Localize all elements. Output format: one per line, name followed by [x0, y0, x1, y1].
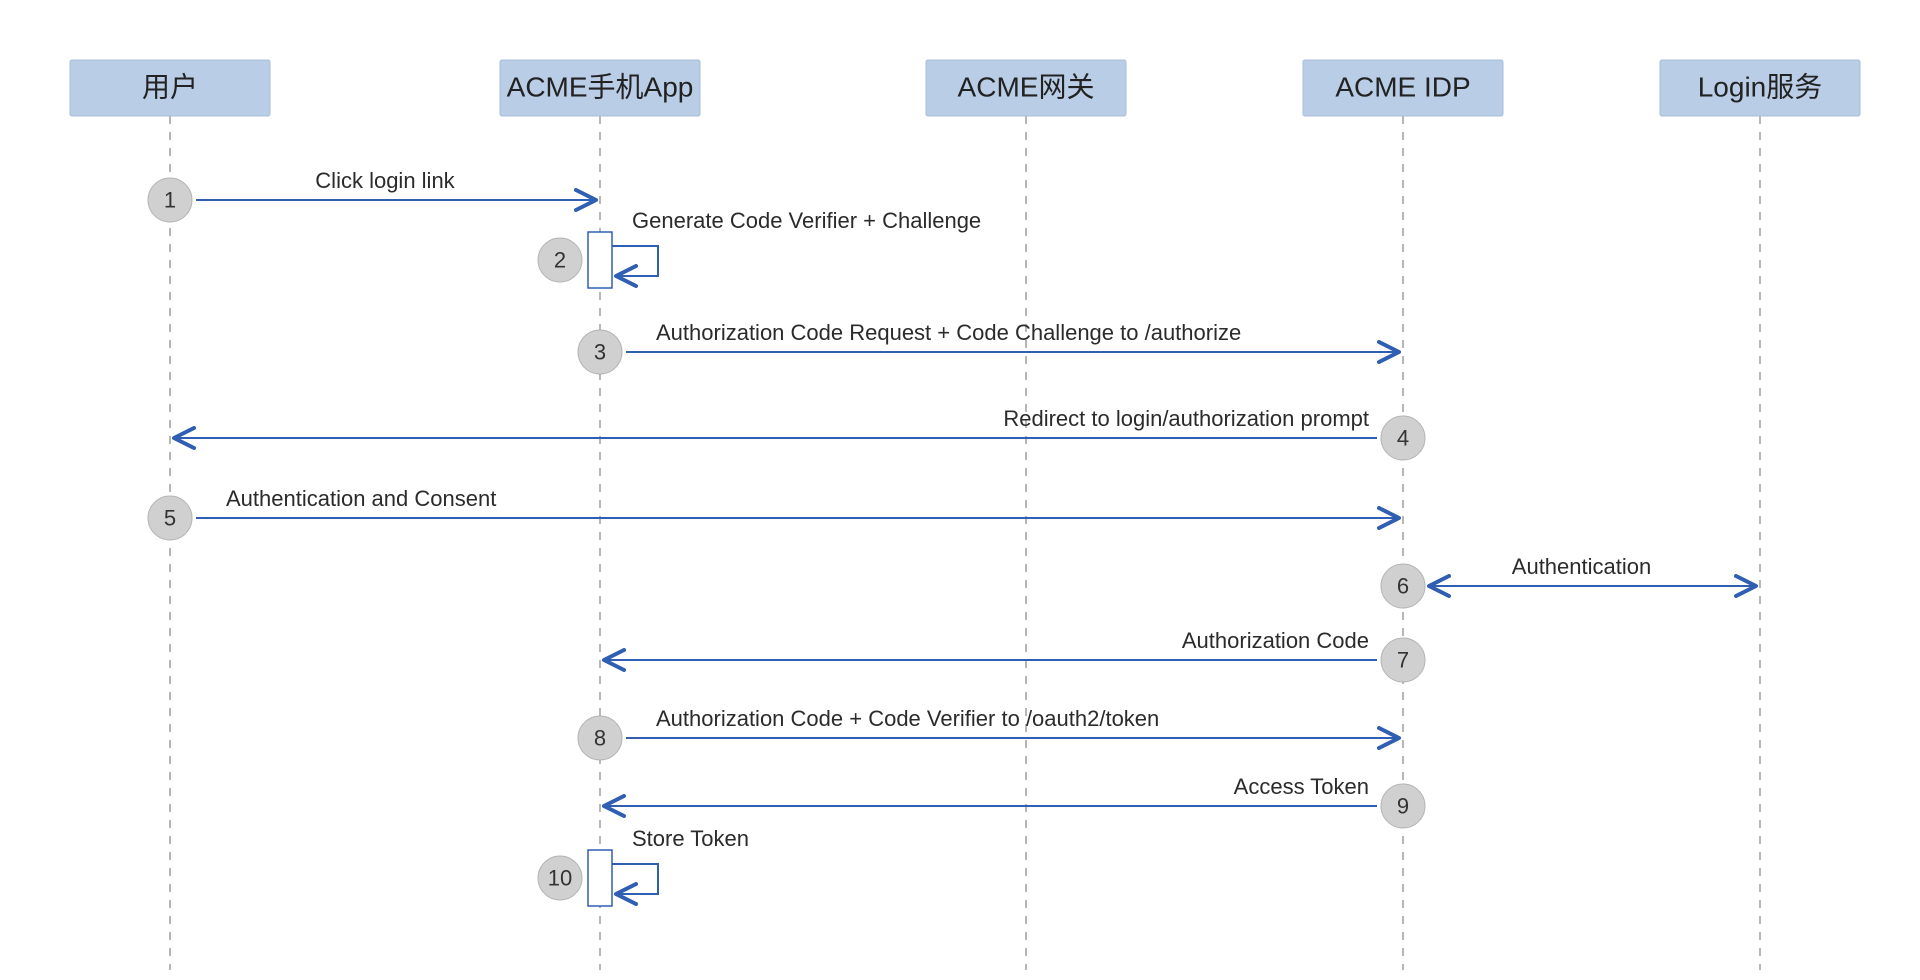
step-number-7: 7	[1397, 648, 1409, 673]
step-number-10: 10	[548, 866, 572, 891]
self-activation-2	[588, 232, 612, 288]
message-label-8: Authorization Code + Code Verifier to /o…	[656, 706, 1159, 731]
actor-label-user: 用户	[142, 71, 198, 102]
message-label-5: Authentication and Consent	[226, 486, 496, 511]
step-number-9: 9	[1397, 794, 1409, 819]
message-label-7: Authorization Code	[1182, 628, 1369, 653]
self-activation-10	[588, 850, 612, 906]
message-label-4: Redirect to login/authorization prompt	[1003, 406, 1369, 431]
actor-label-idp: ACME IDP	[1335, 71, 1470, 102]
step-number-4: 4	[1397, 426, 1409, 451]
self-message-2	[612, 246, 658, 276]
step-number-5: 5	[164, 506, 176, 531]
message-label-1: Click login link	[315, 168, 455, 193]
message-label-6: Authentication	[1512, 554, 1651, 579]
message-label-9: Access Token	[1234, 774, 1369, 799]
message-label-2: Generate Code Verifier + Challenge	[632, 208, 981, 233]
step-number-1: 1	[164, 188, 176, 213]
actor-label-gw: ACME网关	[958, 71, 1095, 102]
step-number-6: 6	[1397, 574, 1409, 599]
self-message-10	[612, 864, 658, 894]
message-label-10: Store Token	[632, 826, 749, 851]
actor-label-login: Login服务	[1698, 71, 1823, 102]
step-number-8: 8	[594, 726, 606, 751]
step-number-3: 3	[594, 340, 606, 365]
sequence-diagram: 用户 ACME手机App ACME网关 ACME IDP Login服务 Click lo…	[0, 0, 1920, 980]
actor-label-app: ACME手机App	[507, 71, 694, 102]
message-label-3: Authorization Code Request + Code Challe…	[656, 320, 1241, 345]
step-number-2: 2	[554, 248, 566, 273]
diagram-svg: 用户 ACME手机App ACME网关 ACME IDP Login服务 Click lo…	[0, 0, 1920, 980]
